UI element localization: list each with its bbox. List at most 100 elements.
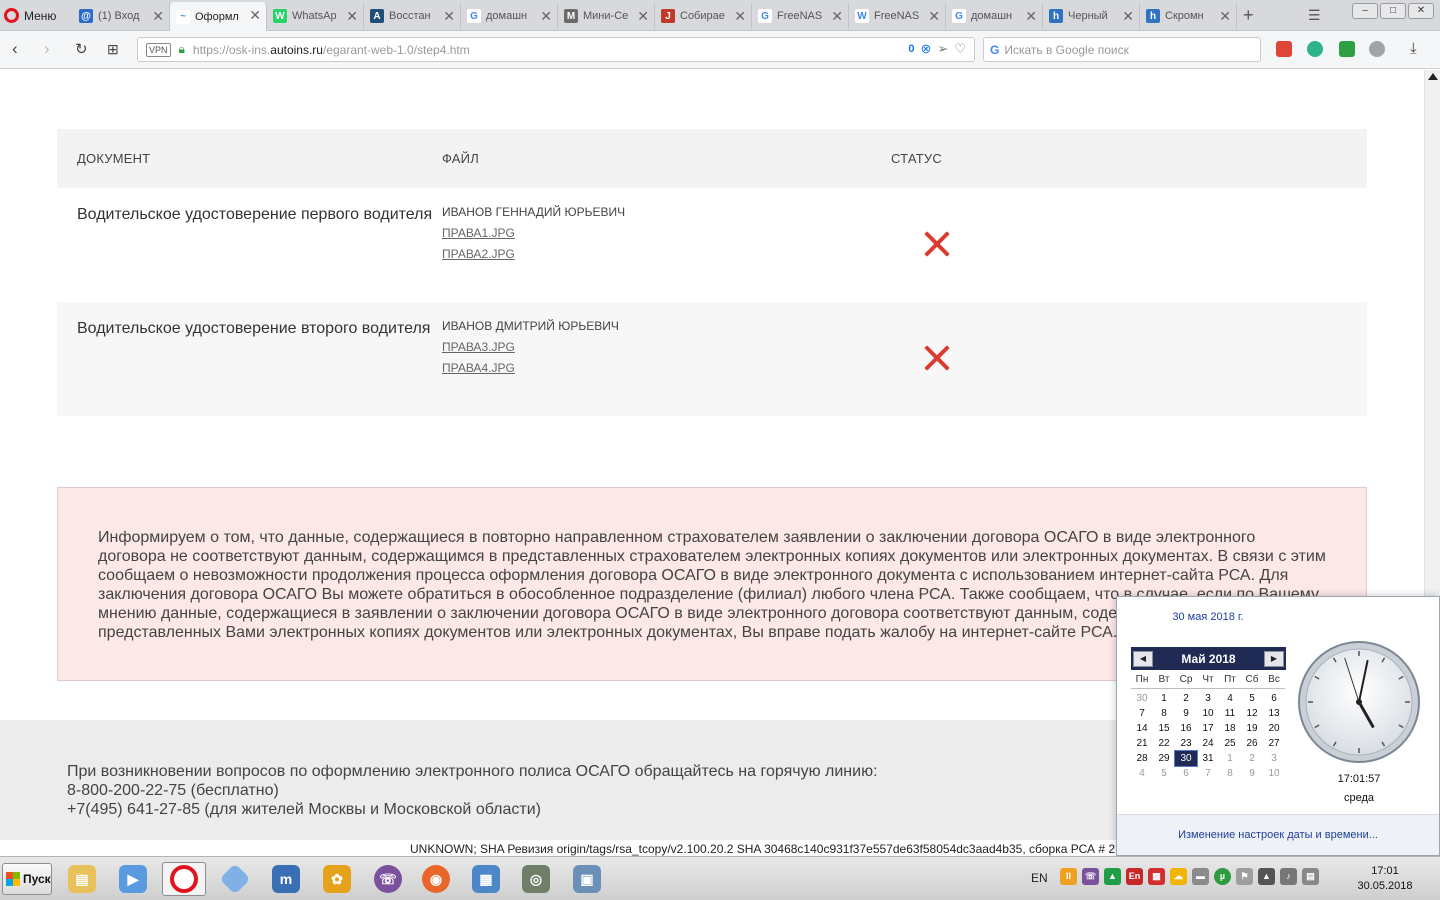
- calendar-day[interactable]: 16: [1175, 721, 1197, 736]
- calendar-day[interactable]: 2: [1241, 751, 1263, 766]
- extension-shield-icon[interactable]: [1339, 41, 1355, 57]
- search-field[interactable]: G Искать в Google поиск: [983, 37, 1261, 62]
- calendar-day[interactable]: 3: [1197, 691, 1219, 706]
- tray-viber-icon[interactable]: ☏: [1082, 868, 1099, 885]
- tray-volume-icon[interactable]: ♪: [1280, 868, 1297, 885]
- taskbar-explorer[interactable]: ▤: [60, 862, 104, 896]
- calendar-day[interactable]: 30: [1174, 750, 1198, 767]
- calendar-day[interactable]: 9: [1241, 766, 1263, 781]
- change-datetime-settings-link[interactable]: Изменение настроек даты и времени...: [1117, 814, 1439, 855]
- calendar-day[interactable]: 1: [1219, 751, 1241, 766]
- calendar-day[interactable]: 5: [1153, 766, 1175, 781]
- taskbar-media-player[interactable]: ▶: [111, 862, 155, 896]
- tab-close-icon[interactable]: ✕: [831, 8, 843, 25]
- taskbar-clock[interactable]: 17:01 30.05.2018: [1350, 864, 1420, 894]
- file-link[interactable]: ПРАВА4.JPG: [442, 361, 891, 375]
- reload-button[interactable]: ↻: [75, 40, 88, 58]
- calendar-day[interactable]: 4: [1131, 766, 1153, 781]
- file-link[interactable]: ПРАВА2.JPG: [442, 247, 891, 261]
- forward-button[interactable]: ›: [44, 39, 50, 59]
- calendar-day[interactable]: 9: [1175, 706, 1197, 721]
- browser-tab[interactable]: A Восстан ✕: [364, 3, 461, 29]
- calendar-day[interactable]: 11: [1219, 706, 1241, 721]
- taskbar-app-eye[interactable]: ◎: [514, 862, 558, 896]
- tray-utorrent-icon[interactable]: µ: [1214, 868, 1231, 885]
- taskbar-app-mascot[interactable]: ✿: [315, 862, 359, 896]
- browser-tab[interactable]: Gдомашн ✕: [461, 3, 558, 29]
- browser-tab[interactable]: M Мини-Се ✕: [558, 3, 655, 29]
- scroll-up-icon[interactable]: [1428, 73, 1438, 80]
- calendar-day[interactable]: 1: [1153, 691, 1175, 706]
- maximize-button[interactable]: □: [1380, 3, 1406, 19]
- browser-tab[interactable]: W FreeNAS ✕: [849, 3, 946, 29]
- tray-green-icon[interactable]: ▲: [1104, 868, 1121, 885]
- calendar-day[interactable]: 22: [1153, 736, 1175, 751]
- browser-tab[interactable]: ~ Оформл ✕: [170, 2, 267, 31]
- calendar-day[interactable]: 4: [1219, 691, 1241, 706]
- taskbar-opera[interactable]: [162, 862, 206, 896]
- tab-close-icon[interactable]: ✕: [1122, 8, 1134, 25]
- tab-close-icon[interactable]: ✕: [928, 8, 940, 25]
- speed-dial-icon[interactable]: ⊞: [107, 41, 119, 58]
- file-link[interactable]: ПРАВА3.JPG: [442, 340, 891, 354]
- calendar-day[interactable]: 7: [1197, 766, 1219, 781]
- bookmark-heart-icon[interactable]: ♡: [954, 41, 966, 57]
- calendar-day[interactable]: 18: [1219, 721, 1241, 736]
- tab-close-icon[interactable]: ✕: [152, 8, 164, 25]
- taskbar-app-diamond[interactable]: [213, 862, 257, 896]
- calendar-day[interactable]: 3: [1263, 751, 1285, 766]
- minimize-button[interactable]: –: [1352, 3, 1378, 19]
- start-button[interactable]: Пуск: [2, 863, 52, 895]
- tab-close-icon[interactable]: ✕: [346, 8, 358, 25]
- close-window-button[interactable]: ✕: [1408, 3, 1434, 19]
- browser-tab[interactable]: h Черный ✕: [1043, 3, 1140, 29]
- calendar-day[interactable]: 2: [1175, 691, 1197, 706]
- calendar-day[interactable]: 8: [1153, 706, 1175, 721]
- adblock-icon[interactable]: ⊗: [921, 41, 932, 57]
- tab-close-icon[interactable]: ✕: [734, 8, 746, 25]
- back-button[interactable]: ‹: [12, 39, 18, 59]
- calendar-day[interactable]: 29: [1153, 751, 1175, 766]
- tab-close-icon[interactable]: ✕: [1219, 8, 1231, 25]
- browser-tab[interactable]: h Скромн ✕: [1140, 3, 1237, 29]
- tray-network-icon[interactable]: ▲: [1258, 868, 1275, 885]
- browser-tab[interactable]: Gдомашн ✕: [946, 3, 1043, 29]
- tray-device-icon[interactable]: ▤: [1302, 868, 1319, 885]
- calendar-day[interactable]: 27: [1263, 736, 1285, 751]
- calendar-day[interactable]: 20: [1263, 721, 1285, 736]
- browser-tab[interactable]: W WhatsAp ✕: [267, 3, 364, 29]
- taskbar-control-panel[interactable]: ▦: [464, 862, 508, 896]
- tab-menu-icon[interactable]: ☰: [1308, 7, 1321, 24]
- tray-printer-icon[interactable]: ▬: [1192, 868, 1209, 885]
- browser-tab[interactable]: @ (1) Вход ✕: [73, 3, 170, 29]
- calendar-day[interactable]: 5: [1241, 691, 1263, 706]
- calendar-day[interactable]: 13: [1263, 706, 1285, 721]
- calendar-day[interactable]: 17: [1197, 721, 1219, 736]
- new-tab-button[interactable]: +: [1243, 5, 1254, 26]
- tab-close-icon[interactable]: ✕: [1025, 8, 1037, 25]
- tab-close-icon[interactable]: ✕: [249, 7, 261, 24]
- calendar-month-label[interactable]: Май 2018: [1181, 652, 1235, 666]
- taskbar-app-mail[interactable]: m: [264, 862, 308, 896]
- calendar-day[interactable]: 10: [1263, 766, 1285, 781]
- tray-lingvo-icon[interactable]: En: [1126, 868, 1143, 885]
- calendar-day[interactable]: 6: [1263, 691, 1285, 706]
- lock-icon[interactable]: 🔒︎: [179, 42, 185, 57]
- calendar-day[interactable]: 10: [1197, 706, 1219, 721]
- calendar-day[interactable]: 24: [1197, 736, 1219, 751]
- calendar-day[interactable]: 12: [1241, 706, 1263, 721]
- tray-flag-icon[interactable]: ⚑: [1236, 868, 1253, 885]
- extension-camera-icon[interactable]: [1307, 41, 1323, 57]
- calendar-day[interactable]: 21: [1131, 736, 1153, 751]
- calendar-day[interactable]: 19: [1241, 721, 1263, 736]
- language-indicator[interactable]: EN: [1031, 871, 1048, 885]
- taskbar-remote-desktop[interactable]: ▣: [565, 862, 609, 896]
- downloads-icon[interactable]: ⤓: [1410, 40, 1417, 57]
- calendar-day[interactable]: 31: [1197, 751, 1219, 766]
- browser-tab[interactable]: J Собирае ✕: [655, 3, 752, 29]
- calendar-day[interactable]: 23: [1175, 736, 1197, 751]
- calendar-day[interactable]: 30: [1131, 691, 1153, 706]
- tab-close-icon[interactable]: ✕: [443, 8, 455, 25]
- full-date-link[interactable]: 30 мая 2018 г.: [1117, 611, 1299, 623]
- tab-close-icon[interactable]: ✕: [637, 8, 649, 25]
